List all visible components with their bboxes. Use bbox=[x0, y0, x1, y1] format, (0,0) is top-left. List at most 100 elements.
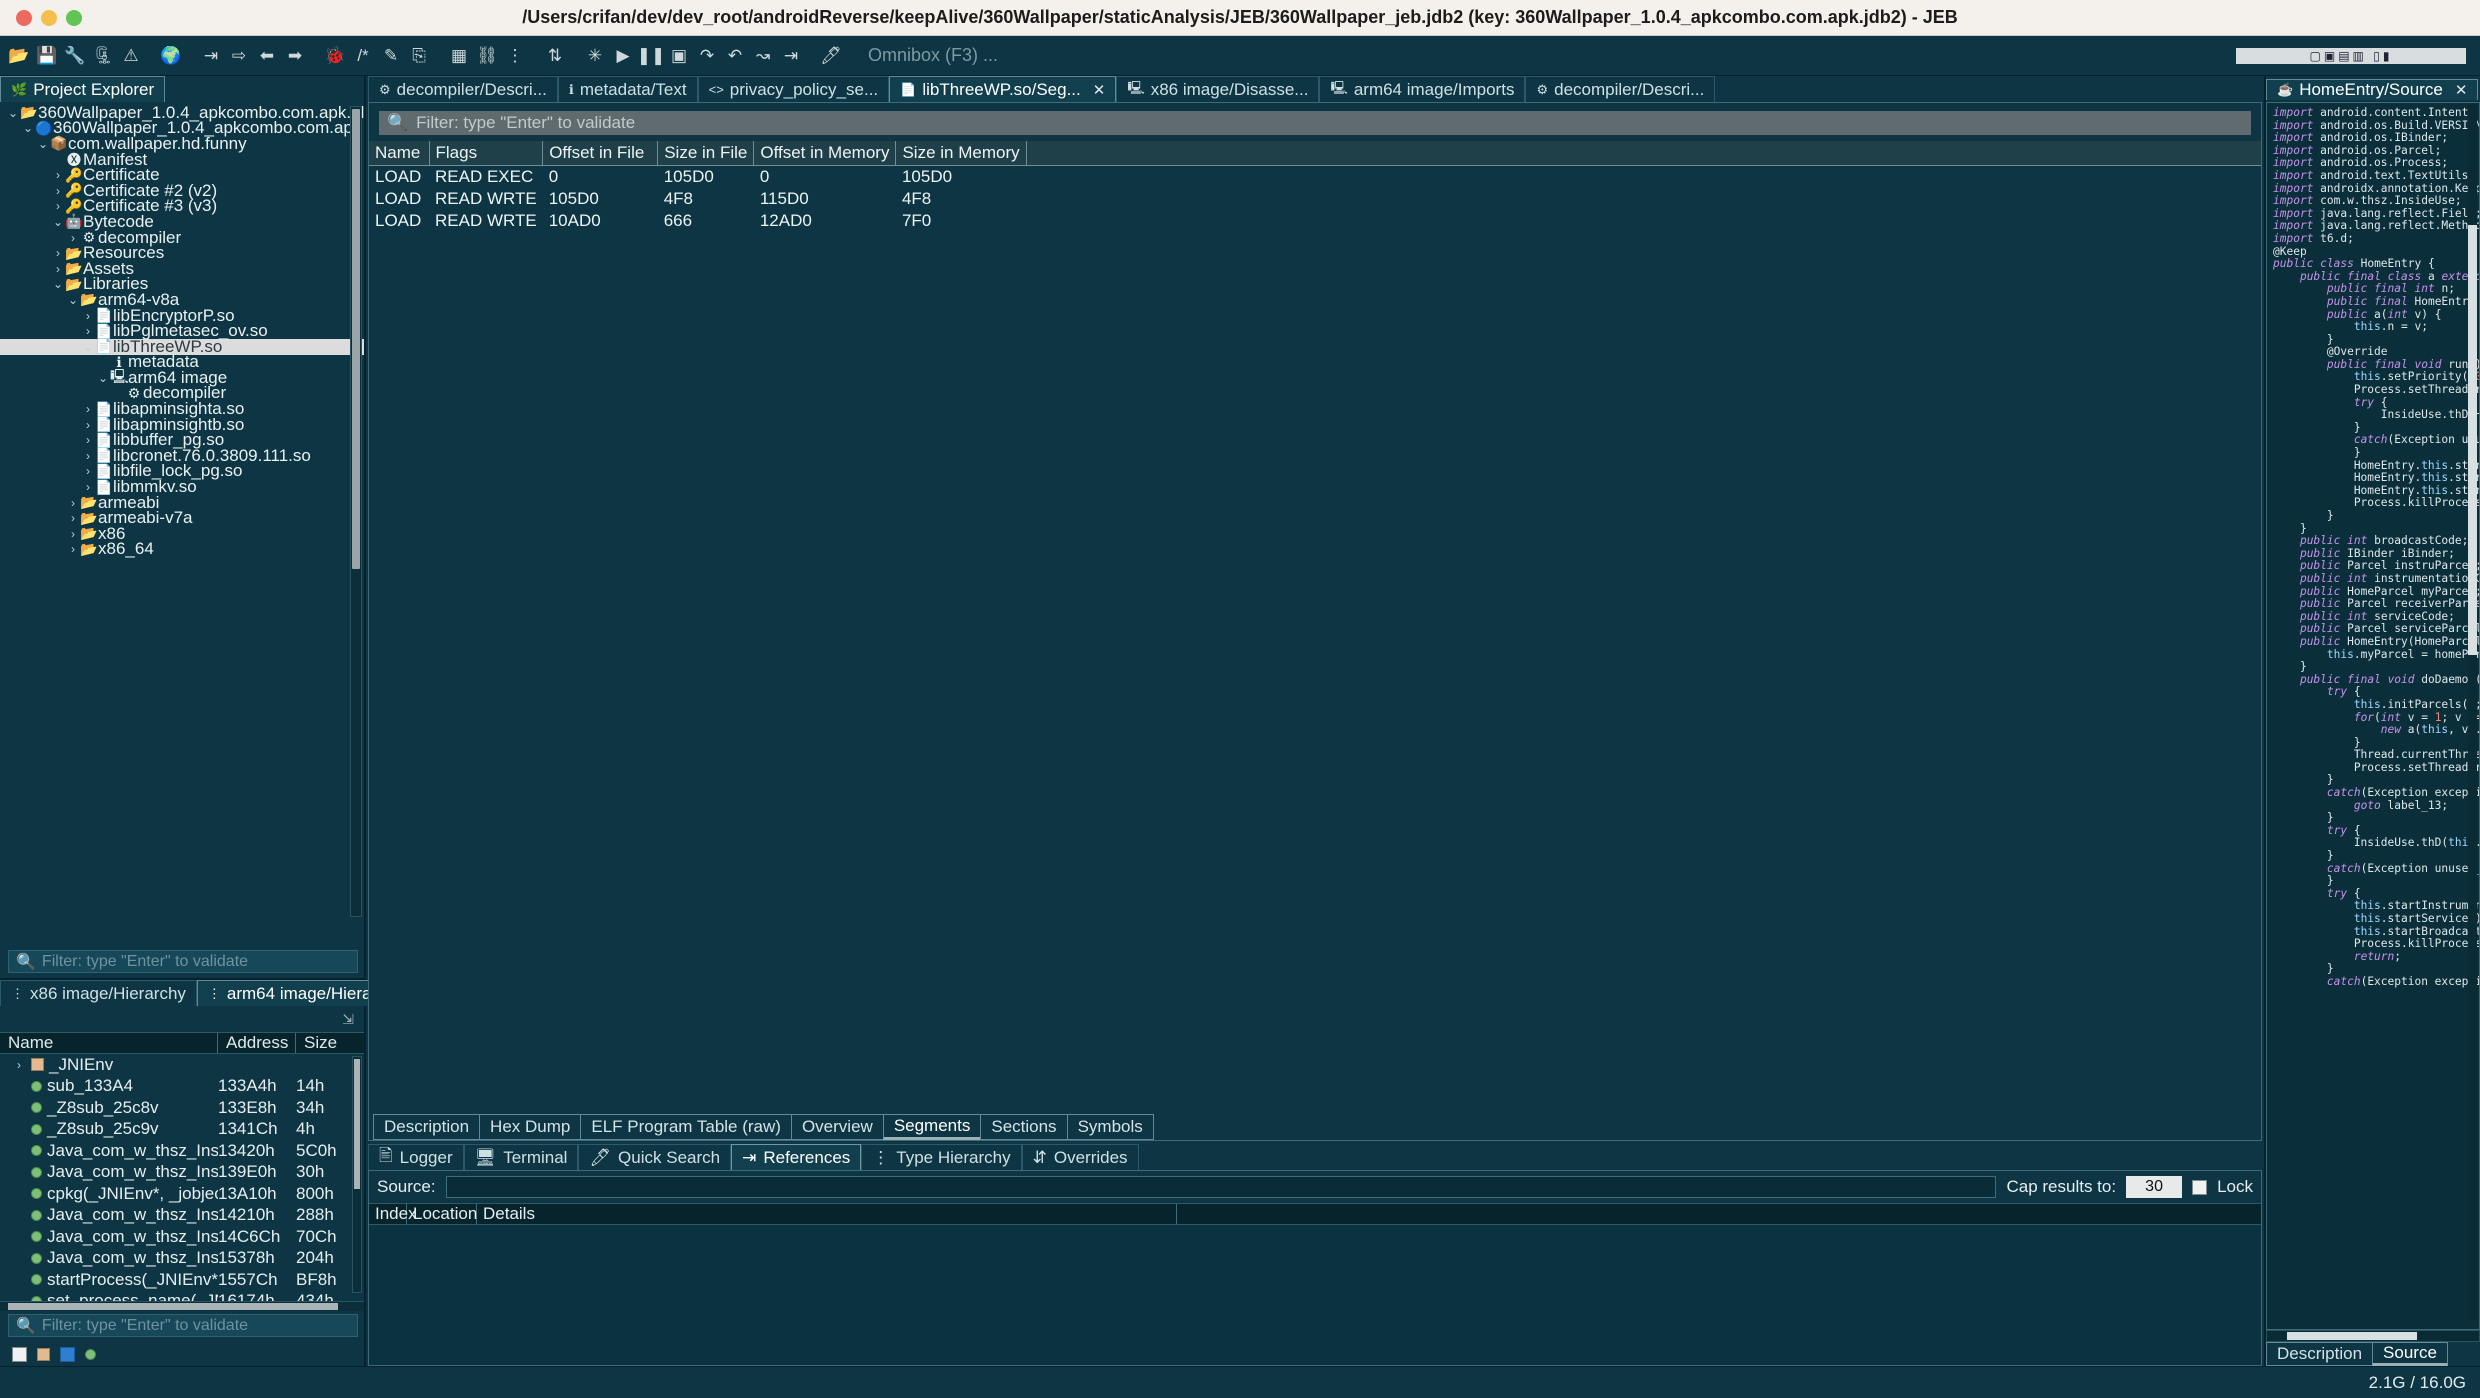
chevron-right-icon[interactable]: › bbox=[81, 449, 95, 463]
chevron-right-icon[interactable]: › bbox=[51, 168, 65, 182]
chevron-down-icon[interactable]: ⌄ bbox=[96, 371, 110, 385]
dock-tab-terminal[interactable]: 🖥 Terminal bbox=[463, 1144, 579, 1170]
open-folder-icon[interactable]: 📂 bbox=[6, 42, 32, 70]
dock-tab-type-hierarchy[interactable]: ⋮ Type Hierarchy bbox=[861, 1144, 1022, 1170]
window-layout-controls[interactable]: ▢▣▤▥ ▯▮ bbox=[2236, 47, 2474, 64]
chevron-right-icon[interactable]: › bbox=[51, 246, 65, 260]
chevron-right-icon[interactable]: › bbox=[81, 480, 95, 494]
column-header-size[interactable]: Size bbox=[296, 1033, 356, 1053]
debug-icon[interactable]: ✳ bbox=[582, 42, 608, 70]
highlight-icon[interactable]: 🖊 bbox=[818, 42, 844, 70]
step-into-icon[interactable]: ↶ bbox=[722, 42, 748, 70]
tab-home-entry-source[interactable]: ☕ HomeEntry/Source ✕ bbox=[2266, 78, 2479, 100]
scrollbar-thumb[interactable] bbox=[2287, 1332, 2417, 1340]
column-header-details[interactable]: Details bbox=[477, 1204, 1177, 1224]
tree-item[interactable]: › 🔑 Certificate #3 (v3) bbox=[0, 196, 364, 215]
graph-icon[interactable]: ⛓ bbox=[474, 42, 500, 70]
chevron-right-icon[interactable]: › bbox=[66, 511, 80, 525]
view-tab-elf-program-table-raw[interactable]: ELF Program Table (raw) bbox=[580, 1114, 792, 1140]
chevron-down-icon[interactable]: ⌄ bbox=[36, 137, 50, 151]
table-row[interactable]: cpkg(_JNIEnv*, _jobject*)13A10h 800h bbox=[0, 1183, 364, 1205]
export-file-icon[interactable]: ⎘ bbox=[406, 42, 432, 70]
dock-tab-overrides[interactable]: ⇵ Overrides bbox=[1021, 1144, 1139, 1170]
tree-item[interactable]: › 📄 libmmkv.so bbox=[0, 477, 364, 496]
tree-item[interactable]: › 📂 x86_64 bbox=[0, 539, 364, 558]
lock-icon[interactable]: 🗜 bbox=[90, 42, 116, 70]
column-header-location[interactable]: Location bbox=[407, 1204, 477, 1224]
tab-x86-image-disasse[interactable]: 🖳 x86 image/Disasse... bbox=[1116, 76, 1320, 102]
hierarchy-filter-input[interactable]: 🔍 Filter: type "Enter" to validate bbox=[8, 1314, 358, 1337]
step-over-icon[interactable]: ↷ bbox=[694, 42, 720, 70]
dock-tab-quick-search[interactable]: 🖊 Quick Search bbox=[578, 1144, 732, 1170]
view-tab-segments[interactable]: Segments bbox=[882, 1114, 982, 1140]
chevron-down-icon[interactable]: ⌄ bbox=[81, 340, 95, 354]
globe-icon[interactable]: 🌍 bbox=[158, 42, 184, 70]
segments-table[interactable]: Name Flags Offset in File Size in File Offse… bbox=[369, 141, 2261, 232]
tab-project-explorer[interactable]: 🌿 Project Explorer bbox=[0, 76, 166, 102]
symbol-hscrollbar[interactable] bbox=[0, 1301, 364, 1311]
symbol-table-body[interactable]: › _JNIEnv sub_133A4 133A4h 14h _Z8sub_25c8v 13… bbox=[0, 1054, 364, 1301]
chevron-right-icon[interactable]: › bbox=[12, 1058, 26, 1072]
function-icon[interactable] bbox=[85, 1348, 96, 1360]
chevron-right-icon[interactable]: › bbox=[81, 324, 95, 338]
project-tree-scrollbar[interactable] bbox=[350, 106, 362, 918]
pause-icon[interactable]: ❚❚ bbox=[637, 42, 666, 70]
tree-item[interactable]: ⌄ 📂 Libraries bbox=[0, 274, 364, 293]
lock-checkbox[interactable] bbox=[2192, 1179, 2208, 1195]
step-out-icon[interactable]: ↝ bbox=[750, 42, 776, 70]
table-row[interactable]: LOAD READ EXEC 0 105D0 0 105D0 bbox=[369, 166, 2261, 189]
expand-collapse-icon[interactable]: ⇲ bbox=[342, 1011, 354, 1028]
struct-icon[interactable] bbox=[37, 1347, 50, 1361]
close-icon[interactable]: ✕ bbox=[2455, 81, 2468, 99]
chevron-right-icon[interactable]: › bbox=[81, 309, 95, 323]
column-header-size-in-file[interactable]: Size in File bbox=[657, 141, 755, 166]
table-row[interactable]: › _JNIEnv bbox=[0, 1054, 364, 1076]
chevron-right-icon[interactable]: › bbox=[81, 464, 95, 478]
source-view-tab-source[interactable]: Source bbox=[2372, 1342, 2448, 1366]
table-row[interactable]: _Z8sub_25c8v 133E8h 34h bbox=[0, 1097, 364, 1119]
comment-icon[interactable]: /* bbox=[350, 42, 376, 70]
sort-icon[interactable]: ⇅ bbox=[542, 42, 568, 70]
wrench-icon[interactable]: 🔧 bbox=[62, 42, 88, 70]
tree-item[interactable]: ⌄ 📦 com.wallpaper.hd.funny bbox=[0, 134, 364, 153]
tab-arm64-image-imports[interactable]: 🖳 arm64 image/Imports bbox=[1319, 76, 1526, 102]
chevron-right-icon[interactable]: › bbox=[66, 496, 80, 510]
project-tree[interactable]: ⌄ 📂 360Wallpaper_1.0.4_apkcombo.com.apk.jd… bbox=[0, 102, 364, 947]
chevron-right-icon[interactable]: › bbox=[81, 418, 95, 432]
forward-arrow-icon[interactable]: ➡ bbox=[282, 42, 308, 70]
table-row[interactable]: LOAD READ WRTE 105D0 4F8 115D0 4F8 bbox=[369, 188, 2261, 210]
tree-item[interactable]: › 📂 Resources bbox=[0, 243, 364, 262]
tab-x86-image-hierarchy[interactable]: ⋮ x86 image/Hierarchy bbox=[0, 980, 197, 1006]
grid-icon[interactable]: ▦ bbox=[446, 42, 472, 70]
view-tab-hex-dump[interactable]: Hex Dump bbox=[479, 1114, 582, 1140]
tree-item[interactable]: › 📂 x86 bbox=[0, 524, 364, 543]
chevron-down-icon[interactable]: ⌄ bbox=[66, 293, 80, 307]
scrollbar-thumb[interactable] bbox=[352, 109, 360, 569]
tree-item[interactable]: › 📂 armeabi-v7a bbox=[0, 508, 364, 527]
memory-usage-label[interactable]: 2.1G / 16.0G bbox=[2369, 1373, 2466, 1393]
back-arrow-icon[interactable]: ⬅ bbox=[254, 42, 280, 70]
column-header-offset-in-memory[interactable]: Offset in Memory bbox=[753, 141, 897, 166]
table-row[interactable]: _Z8sub_25c9v 1341Ch 4h bbox=[0, 1119, 364, 1141]
table-row[interactable]: Java_com_w_thsz_InsideUse_thE15378h 204h bbox=[0, 1248, 364, 1270]
view-tab-sections[interactable]: Sections bbox=[980, 1114, 1068, 1140]
view-tab-overview[interactable]: Overview bbox=[790, 1114, 884, 1140]
chevron-right-icon[interactable]: › bbox=[66, 231, 80, 245]
symbol-vscrollbar[interactable] bbox=[352, 1056, 362, 1294]
tab-libthreewp-so-seg[interactable]: 📄 libThreeWP.so/Seg... ✕ bbox=[889, 76, 1117, 102]
source-code-view[interactable]: import android.content.Intent; import and… bbox=[2266, 102, 2480, 1330]
dock-tab-references[interactable]: ⇥ References bbox=[731, 1144, 862, 1170]
column-header-name[interactable]: Name bbox=[0, 1033, 218, 1053]
tab-metadata-text[interactable]: ℹ metadata/Text bbox=[557, 76, 698, 102]
scrollbar-thumb[interactable] bbox=[8, 1303, 338, 1310]
close-icon[interactable]: ✕ bbox=[1093, 81, 1106, 99]
table-row[interactable]: Java_com_w_thsz_InsideUse_thA139E0h 30h bbox=[0, 1162, 364, 1184]
source-hscrollbar[interactable] bbox=[2266, 1330, 2480, 1342]
chevron-right-icon[interactable]: › bbox=[81, 402, 95, 416]
chevron-right-icon[interactable]: › bbox=[51, 199, 65, 213]
tab-decompiler-descri[interactable]: ⚙ decompiler/Descri... bbox=[368, 76, 558, 102]
scrollbar-thumb[interactable] bbox=[354, 1059, 360, 1189]
import-icon[interactable]: ⇥ bbox=[198, 42, 224, 70]
omnibox-hint[interactable]: Omnibox (F3) ... bbox=[868, 45, 998, 66]
warning-icon[interactable]: ⚠ bbox=[118, 42, 144, 70]
